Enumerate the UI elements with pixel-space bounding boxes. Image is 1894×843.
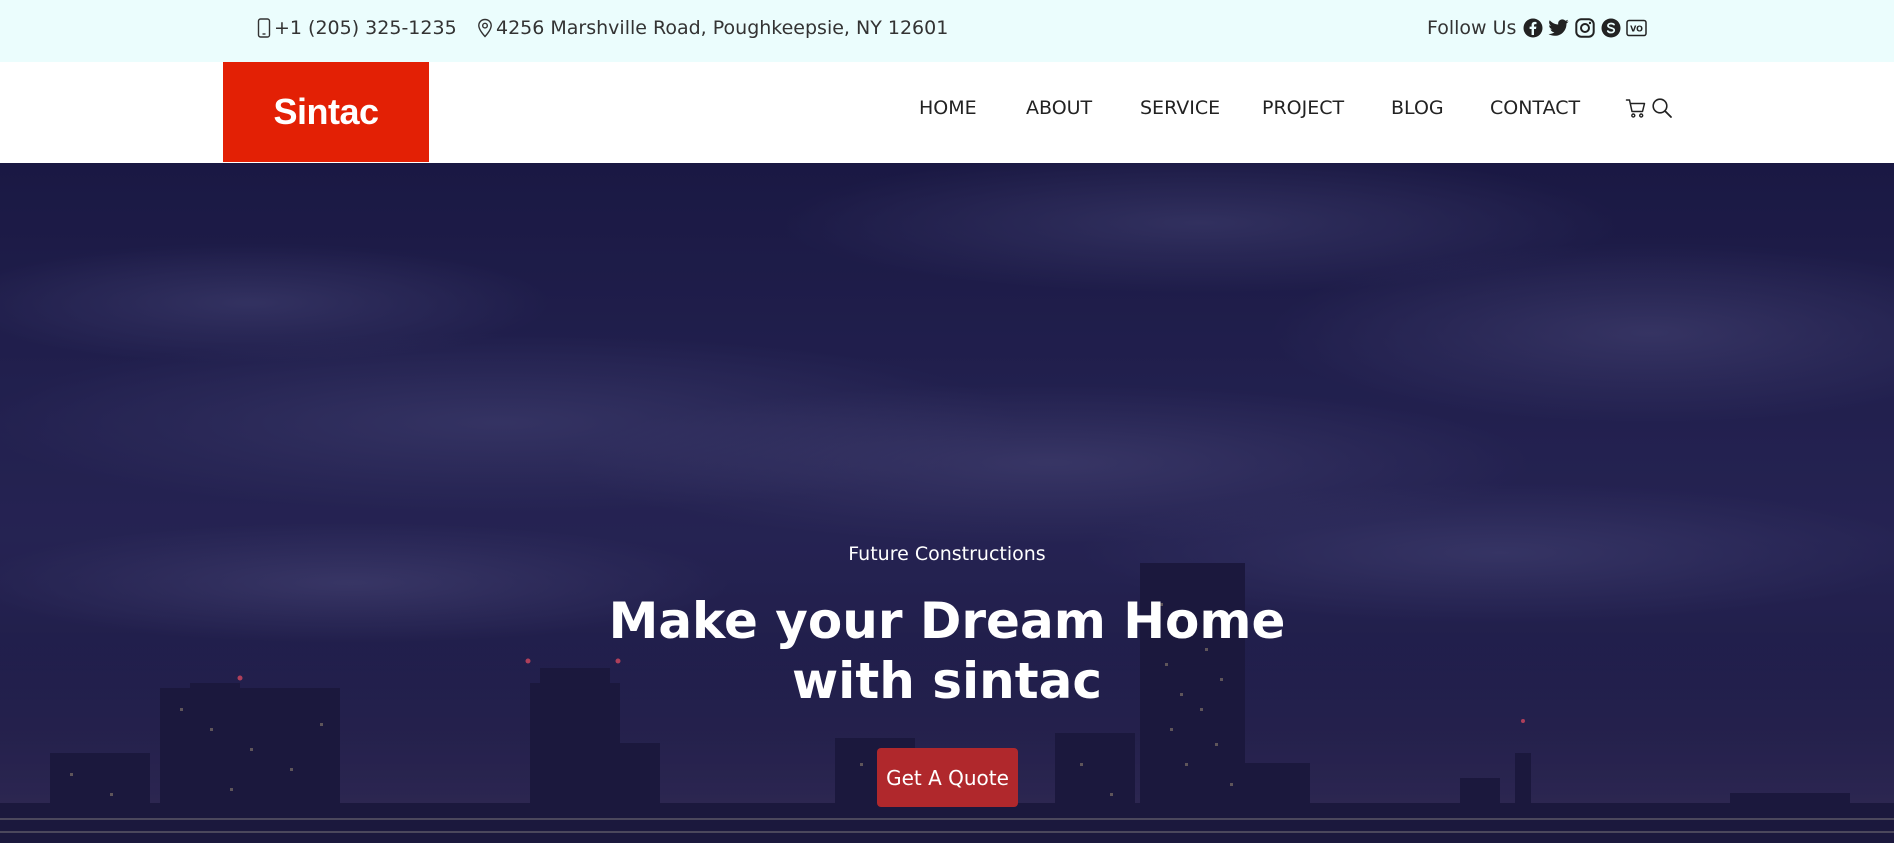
top-info-bar: +1 (205) 325-1235 4256 Marshville Road, …: [0, 0, 1894, 62]
nav-project[interactable]: PROJECT: [1262, 62, 1344, 154]
address-text: 4256 Marshville Road, Poughkeepsie, NY 1…: [496, 17, 949, 39]
address-contact[interactable]: 4256 Marshville Road, Poughkeepsie, NY 1…: [477, 0, 948, 56]
hero-overlay: [0, 163, 1894, 843]
phone-icon: [257, 18, 271, 38]
nav-contact[interactable]: CONTACT: [1490, 62, 1580, 154]
phone-number: +1 (205) 325-1235: [274, 17, 457, 39]
follow-us: Follow Us VO: [1427, 0, 1648, 56]
cart-icon[interactable]: [1625, 97, 1647, 119]
facebook-icon[interactable]: [1522, 18, 1543, 39]
nav-service[interactable]: SERVICE: [1140, 62, 1220, 154]
nav-home[interactable]: HOME: [919, 62, 977, 154]
hero-title-line-1: Make your Dream Home: [608, 592, 1286, 650]
site-logo[interactable]: Sintac: [223, 62, 429, 162]
nav-about[interactable]: ABOUT: [1026, 62, 1092, 154]
instagram-icon[interactable]: [1574, 18, 1595, 39]
hero-section: Future Constructions Make your Dream Hom…: [0, 163, 1894, 843]
follow-us-label: Follow Us: [1427, 17, 1517, 39]
vimeo-icon[interactable]: VO: [1626, 18, 1648, 39]
twitter-icon[interactable]: [1548, 18, 1570, 39]
phone-contact[interactable]: +1 (205) 325-1235: [257, 0, 457, 56]
skype-icon[interactable]: [1600, 18, 1621, 39]
nav-icon-group: [1625, 62, 1673, 154]
social-links: VO: [1522, 18, 1648, 39]
hero-title: Make your Dream Home with sintac: [0, 591, 1894, 711]
search-icon[interactable]: [1651, 97, 1673, 119]
svg-text:VO: VO: [1631, 25, 1644, 34]
location-pin-icon: [478, 18, 492, 38]
hero-subtitle: Future Constructions: [848, 543, 1046, 565]
hero-title-line-2: with sintac: [791, 652, 1102, 710]
get-quote-button[interactable]: Get A Quote: [877, 748, 1018, 807]
nav-blog[interactable]: BLOG: [1391, 62, 1444, 154]
main-navbar: Sintac HOME ABOUT SERVICE PROJECT BLOG C…: [0, 62, 1894, 163]
